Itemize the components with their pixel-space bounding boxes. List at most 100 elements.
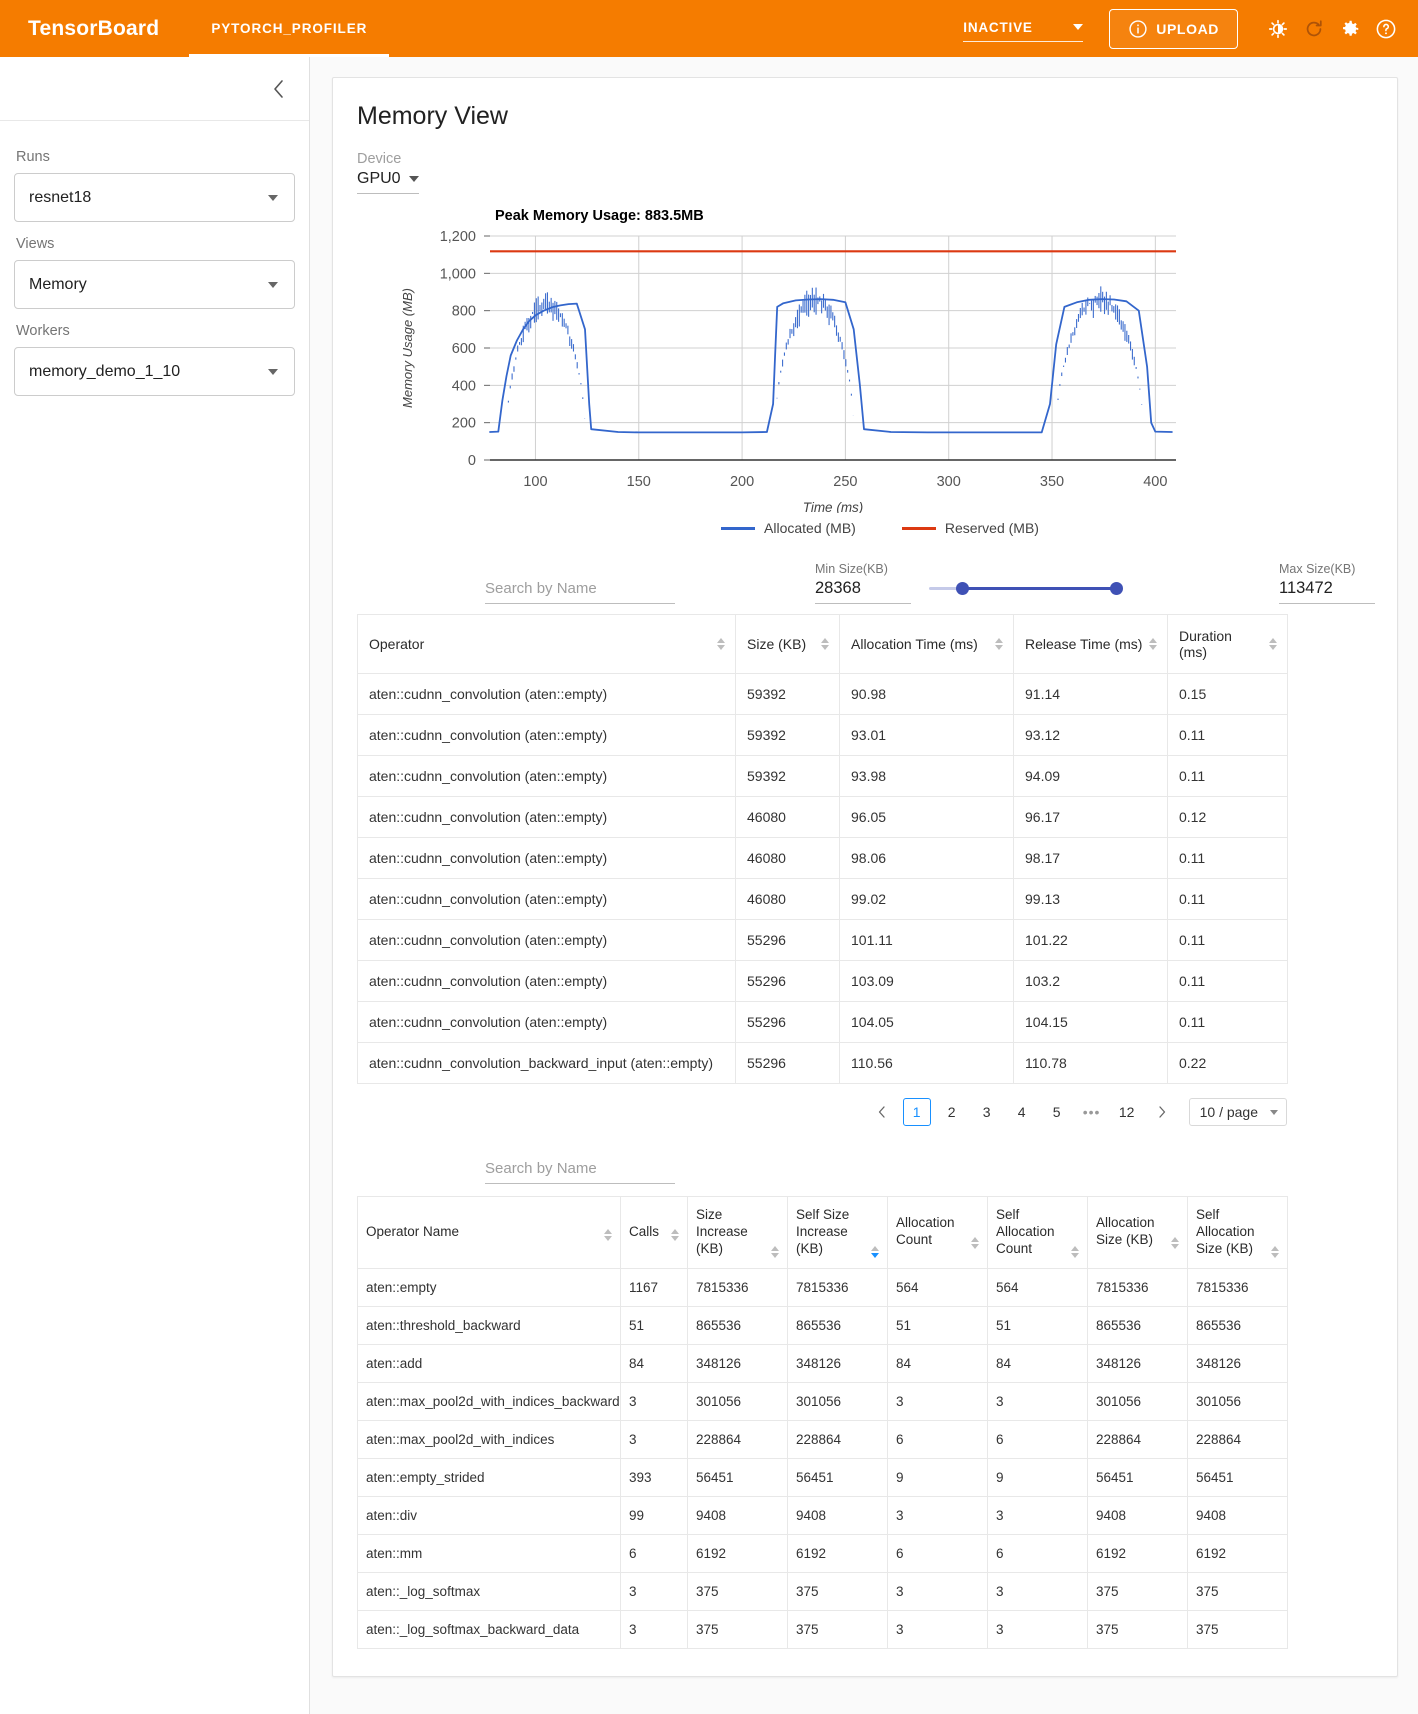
- column-header-3[interactable]: Self Size Increase (KB): [787, 1196, 888, 1269]
- pagination-page-2[interactable]: 2: [938, 1098, 966, 1126]
- sort-icon[interactable]: [1269, 638, 1277, 650]
- cell-0: aten::cudnn_convolution (aten::empty): [357, 919, 736, 961]
- table-row[interactable]: aten::threshold_backward 51 865536 865536 51…: [357, 1305, 1288, 1345]
- help-icon[interactable]: [1368, 11, 1404, 47]
- table-row[interactable]: aten::mm 6 6192 6192 6 6 6192 6192: [357, 1533, 1288, 1573]
- table-row[interactable]: aten::cudnn_convolution (aten::empty) 593…: [357, 714, 1288, 756]
- cell-5: 3: [987, 1495, 1088, 1535]
- sort-icon[interactable]: [771, 1245, 779, 1258]
- refresh-icon[interactable]: [1296, 11, 1332, 47]
- column-header-0[interactable]: Operator Name: [357, 1196, 621, 1269]
- chevron-down-icon: [268, 281, 278, 288]
- sort-icon[interactable]: [971, 1237, 979, 1250]
- table-row[interactable]: aten::add 84 348126 348126 84 84 348126 348126: [357, 1343, 1288, 1383]
- column-header-6[interactable]: Allocation Size (KB): [1087, 1196, 1188, 1269]
- cell-3: 101.22: [1013, 919, 1168, 961]
- sort-icon[interactable]: [717, 638, 725, 650]
- svg-text:250: 250: [833, 474, 857, 490]
- column-header-7[interactable]: Self Allocation Size (KB): [1187, 1196, 1288, 1269]
- min-size-input[interactable]: 28368: [815, 579, 911, 604]
- table-row[interactable]: aten::max_pool2d_with_indices_backward 3 3…: [357, 1381, 1288, 1421]
- cell-2: 101.11: [839, 919, 1014, 961]
- cell-3: 375: [787, 1609, 888, 1649]
- table-row[interactable]: aten::cudnn_convolution_backward_input (…: [357, 1042, 1288, 1084]
- runs-select[interactable]: resnet18: [14, 173, 295, 222]
- pagination-next[interactable]: [1148, 1098, 1176, 1126]
- sidebar: Runs resnet18 Views Memory Workers memor…: [0, 57, 310, 1714]
- svg-text:1,200: 1,200: [440, 229, 476, 245]
- column-header-5[interactable]: Self Allocation Count: [987, 1196, 1088, 1269]
- gear-icon[interactable]: [1332, 11, 1368, 47]
- table-row[interactable]: aten::cudnn_convolution (aten::empty) 552…: [357, 960, 1288, 1002]
- sort-icon[interactable]: [604, 1228, 612, 1241]
- column-header-2[interactable]: Size Increase (KB): [687, 1196, 788, 1269]
- cell-4: 3: [887, 1571, 988, 1611]
- pagination-page-5[interactable]: 5: [1043, 1098, 1071, 1126]
- column-header-2[interactable]: Allocation Time (ms): [839, 614, 1014, 674]
- tab-pytorch-profiler[interactable]: PYTORCH_PROFILER: [189, 0, 390, 57]
- column-header-1[interactable]: Calls: [620, 1196, 688, 1269]
- table-row[interactable]: aten::cudnn_convolution (aten::empty) 460…: [357, 837, 1288, 879]
- brightness-icon[interactable]: [1260, 11, 1296, 47]
- table-row[interactable]: aten::cudnn_convolution (aten::empty) 552…: [357, 1001, 1288, 1043]
- sort-icon[interactable]: [1271, 1245, 1279, 1258]
- max-size-input[interactable]: 113472: [1279, 579, 1375, 604]
- sidebar-collapse-button[interactable]: [0, 57, 309, 121]
- sort-icon[interactable]: [871, 1245, 879, 1258]
- views-select[interactable]: Memory: [14, 260, 295, 309]
- cell-2: 93.98: [839, 755, 1014, 797]
- pagination-page-4[interactable]: 4: [1008, 1098, 1036, 1126]
- table-row[interactable]: aten::cudnn_convolution (aten::empty) 460…: [357, 878, 1288, 920]
- column-header-4[interactable]: Duration (ms): [1167, 614, 1288, 674]
- legend-item-allocated[interactable]: Allocated (MB): [721, 520, 856, 536]
- legend-item-reserved[interactable]: Reserved (MB): [901, 520, 1039, 536]
- device-select[interactable]: GPU0: [357, 170, 419, 194]
- workers-select[interactable]: memory_demo_1_10: [14, 347, 295, 396]
- pagination-page-1[interactable]: 1: [902, 1098, 931, 1126]
- sort-icon[interactable]: [1071, 1245, 1079, 1258]
- column-header-1[interactable]: Size (KB): [735, 614, 840, 674]
- sort-icon[interactable]: [995, 638, 1003, 650]
- cell-4: 6: [887, 1419, 988, 1459]
- table-row[interactable]: aten::div 99 9408 9408 3 3 9408 9408: [357, 1495, 1288, 1535]
- column-header-3[interactable]: Release Time (ms): [1013, 614, 1168, 674]
- pagination-ellipsis: •••: [1082, 1104, 1101, 1120]
- table-row[interactable]: aten::_log_softmax 3 375 375 3 3 375 375: [357, 1571, 1288, 1611]
- upload-button[interactable]: UPLOAD: [1109, 8, 1238, 49]
- slider-knob-max[interactable]: [1110, 582, 1123, 595]
- pagination-last-page[interactable]: 12: [1113, 1098, 1141, 1126]
- chart-title: Peak Memory Usage: 883.5MB: [495, 208, 704, 224]
- cell-4: 3: [887, 1381, 988, 1421]
- table-row[interactable]: aten::_log_softmax_backward_data 3 375 375 3…: [357, 1609, 1288, 1649]
- cell-0: aten::cudnn_convolution (aten::empty): [357, 837, 736, 879]
- cell-7: 56451: [1187, 1457, 1288, 1497]
- svg-text:400: 400: [1143, 474, 1167, 490]
- pagination-page-3[interactable]: 3: [973, 1098, 1001, 1126]
- page-size-select[interactable]: 10 / page: [1188, 1098, 1287, 1126]
- table-row[interactable]: aten::max_pool2d_with_indices 3 228864 2288…: [357, 1419, 1288, 1459]
- pagination-prev[interactable]: [868, 1098, 896, 1126]
- size-range-slider[interactable]: [929, 581, 1123, 595]
- cell-3: 94.09: [1013, 755, 1168, 797]
- slider-knob-min[interactable]: [956, 582, 970, 595]
- cell-5: 84: [987, 1343, 1088, 1383]
- legend-swatch-allocated: [721, 526, 756, 530]
- top-bar-actions: INACTIVE UPLOAD: [963, 0, 1418, 57]
- device-value: GPU0: [357, 170, 401, 187]
- table-row[interactable]: aten::empty_strided 393 56451 56451 9 9 56451 5…: [357, 1457, 1288, 1497]
- status-select[interactable]: INACTIVE: [963, 16, 1084, 42]
- table-row[interactable]: aten::empty 1167 7815336 7815336 564 564 78153…: [357, 1267, 1288, 1307]
- search-input-2[interactable]: Search by Name: [485, 1160, 675, 1184]
- column-header-4[interactable]: Allocation Count: [887, 1196, 988, 1269]
- sort-icon[interactable]: [1171, 1237, 1179, 1250]
- search-input[interactable]: Search by Name: [485, 580, 675, 604]
- table-row[interactable]: aten::cudnn_convolution (aten::empty) 593…: [357, 673, 1288, 715]
- chart-canvas[interactable]: Memory Usage (MB) 0 200 400 600 800 1,000 1,200…: [390, 228, 1210, 518]
- table-row[interactable]: aten::cudnn_convolution (aten::empty) 460…: [357, 796, 1288, 838]
- sort-icon[interactable]: [821, 638, 829, 650]
- table-row[interactable]: aten::cudnn_convolution (aten::empty) 552…: [357, 919, 1288, 961]
- sort-icon[interactable]: [671, 1228, 679, 1241]
- sort-icon[interactable]: [1149, 638, 1157, 650]
- table-row[interactable]: aten::cudnn_convolution (aten::empty) 593…: [357, 755, 1288, 797]
- column-header-0[interactable]: Operator: [357, 614, 736, 674]
